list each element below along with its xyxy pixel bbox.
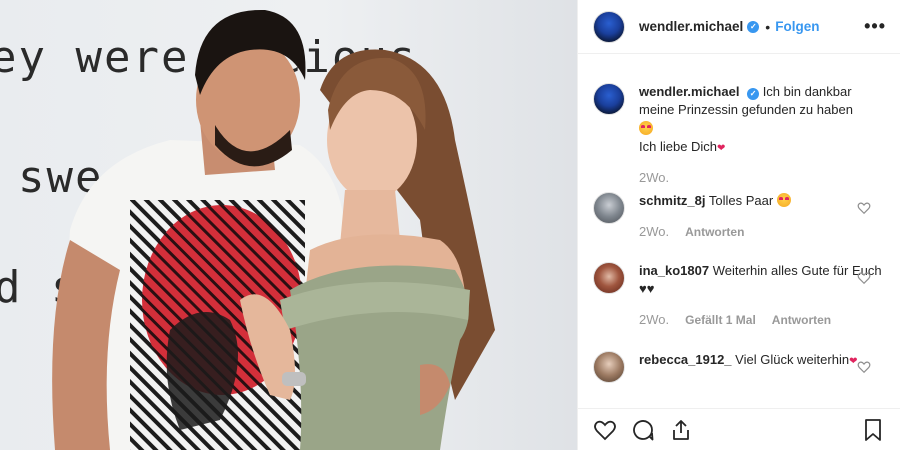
comment-username[interactable]: rebecca_1912_ bbox=[639, 352, 732, 367]
post-photo[interactable]: ey were licious swe d s bbox=[0, 0, 577, 450]
share-icon[interactable] bbox=[668, 417, 694, 443]
comment-username[interactable]: ina_ko1807 bbox=[639, 263, 709, 278]
reply-button[interactable]: Antworten bbox=[772, 311, 831, 329]
comment-like-heart-icon[interactable] bbox=[857, 271, 871, 285]
header-username[interactable]: wendler.michael bbox=[639, 19, 743, 34]
comment-time: 2Wo. bbox=[639, 312, 670, 327]
bookmark-icon[interactable] bbox=[860, 417, 886, 443]
heart-icon[interactable] bbox=[592, 417, 618, 443]
caption-text-2: Ich liebe Dich bbox=[639, 139, 718, 154]
avatar[interactable] bbox=[593, 10, 625, 43]
action-bar bbox=[578, 408, 900, 450]
comment-like-heart-icon[interactable] bbox=[857, 201, 871, 215]
post-side-panel: wendler.michael ✓ • Folgen ••• wendler.m… bbox=[577, 0, 900, 450]
avatar[interactable] bbox=[593, 83, 625, 115]
list-item: rebecca_1912_ Viel Glück weiterhin❤ bbox=[593, 351, 886, 383]
comment-icon[interactable] bbox=[630, 417, 656, 443]
heart-emoji-icon: ❤ bbox=[717, 143, 726, 154]
separator-dot: • bbox=[765, 18, 771, 35]
list-item: ina_ko1807 Weiterhin alles Gute für Euch… bbox=[593, 262, 886, 329]
comment-like-heart-icon[interactable] bbox=[857, 360, 871, 374]
couple-illustration bbox=[52, 9, 495, 450]
avatar[interactable] bbox=[593, 351, 625, 383]
more-options-icon[interactable]: ••• bbox=[864, 16, 886, 37]
comment-text: Viel Glück weiterhin bbox=[735, 352, 850, 367]
caption: wendler.michael ✓ Ich bin dankbar meine … bbox=[593, 83, 886, 187]
follow-button[interactable]: Folgen bbox=[775, 19, 819, 34]
comment-username[interactable]: schmitz_8j bbox=[639, 193, 705, 208]
avatar[interactable] bbox=[593, 262, 625, 294]
comment-text: Tolles Paar bbox=[708, 193, 774, 208]
post-header: wendler.michael ✓ • Folgen ••• bbox=[578, 0, 900, 54]
avatar[interactable] bbox=[593, 192, 625, 224]
reply-button[interactable]: Antworten bbox=[685, 223, 744, 241]
list-item: schmitz_8j Tolles Paar 2Wo. Antworten bbox=[593, 192, 886, 241]
heart-eyes-emoji-icon bbox=[639, 121, 653, 135]
verified-badge-icon: ✓ bbox=[747, 20, 760, 33]
comment-time: 2Wo. bbox=[639, 224, 670, 239]
verified-badge-icon: ✓ bbox=[747, 88, 760, 100]
comments-list[interactable]: wendler.michael ✓ Ich bin dankbar meine … bbox=[578, 55, 900, 408]
heart-eyes-emoji-icon bbox=[776, 193, 791, 207]
caption-username[interactable]: wendler.michael bbox=[639, 84, 739, 99]
caption-time: 2Wo. bbox=[639, 170, 670, 185]
comment-likes[interactable]: Gefällt 1 Mal bbox=[685, 311, 756, 329]
